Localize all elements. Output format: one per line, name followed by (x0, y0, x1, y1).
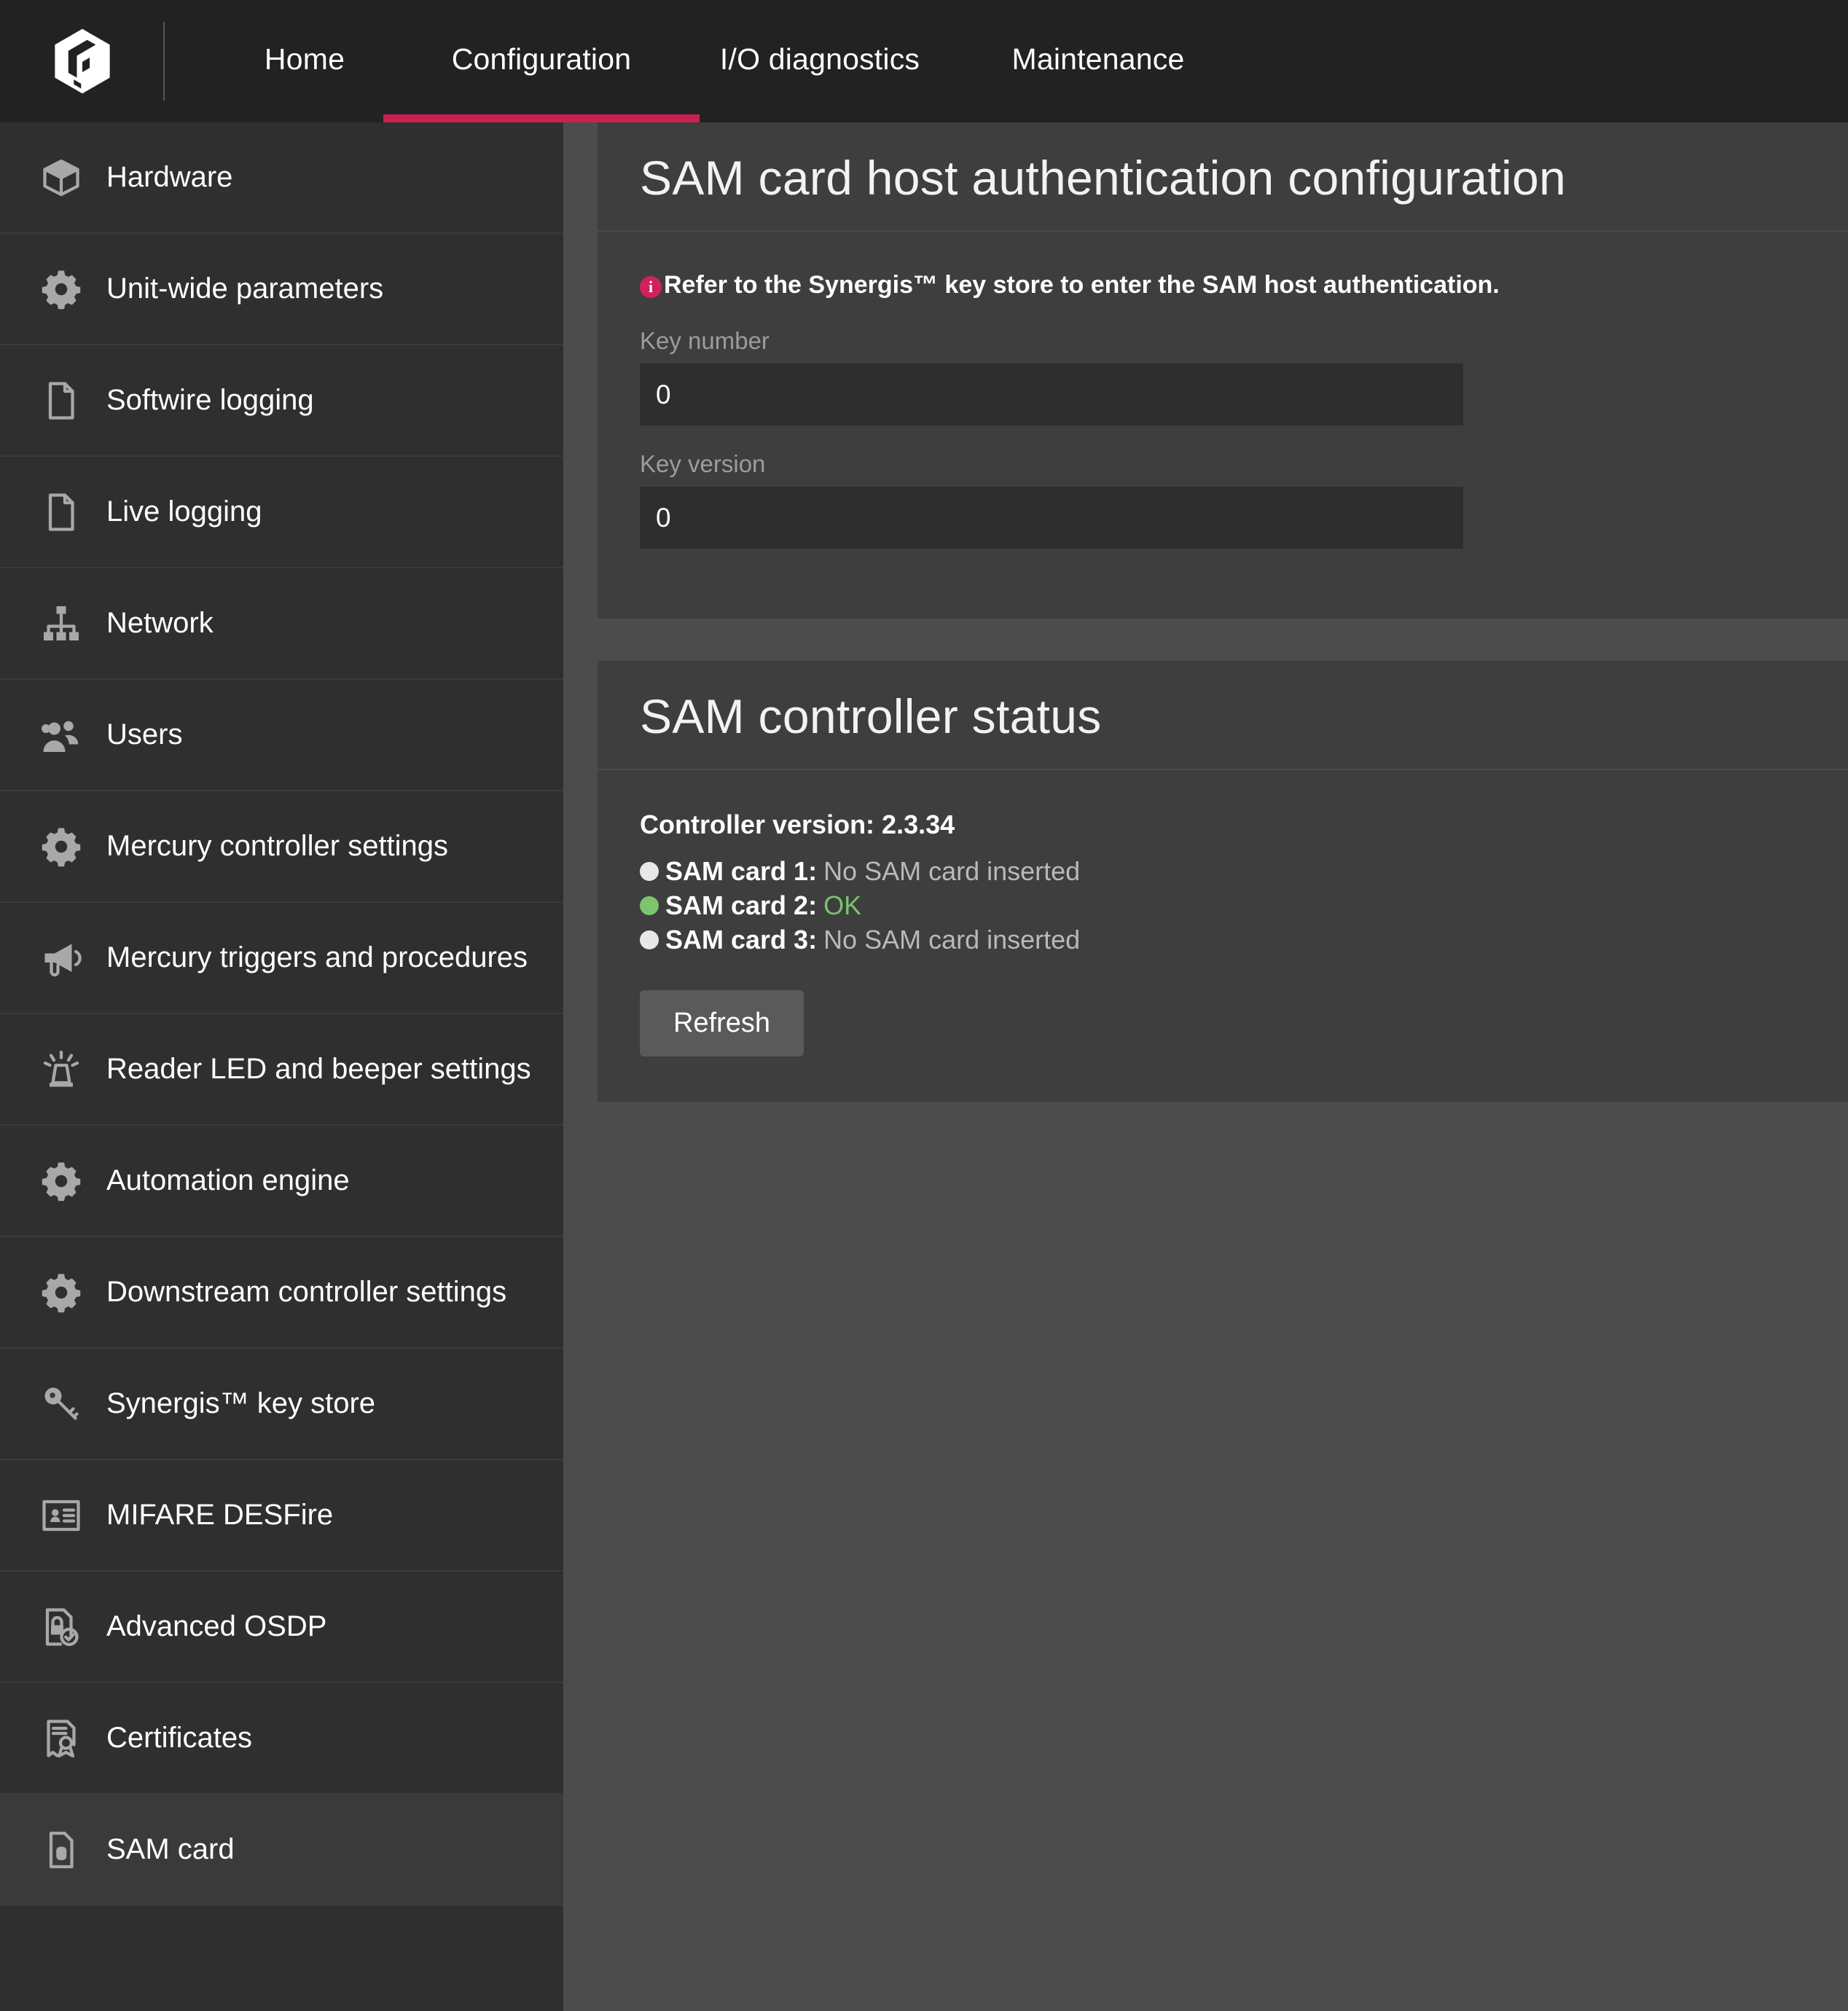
cube-icon (35, 152, 87, 204)
status-indicator-dot (640, 930, 659, 949)
sidebar-item-label: MIFARE DESFire (106, 1498, 334, 1531)
key-icon (35, 1378, 87, 1430)
sidebar-item-users[interactable]: Users (0, 680, 563, 791)
sidebar-item-synergis-key-store[interactable]: Synergis™ key store (0, 1349, 563, 1460)
gear-icon (35, 820, 87, 873)
key-version-label: Key version (640, 450, 766, 477)
info-message-text: Refer to the Synergis™ key store to ente… (664, 271, 1500, 299)
sam-card-label: SAM card 1: (665, 856, 818, 886)
sidebar-item-live-logging[interactable]: Live logging (0, 457, 563, 568)
nav-tab-home-label: Home (264, 42, 345, 76)
nav-tab-configuration[interactable]: Configuration (383, 0, 700, 122)
sidebar-item-network[interactable]: Network (0, 568, 563, 680)
sidebar-item-label: Certificates (106, 1721, 253, 1754)
sidebar-item-label: Synergis™ key store (106, 1387, 376, 1419)
sidebar-item-sam-card[interactable]: SAM card (0, 1795, 563, 1906)
document-icon (35, 375, 87, 427)
nav-items: Home Configuration I/O diagnostics Maint… (165, 0, 1218, 122)
lock-check-document-icon (35, 1601, 87, 1653)
sidebar-item-mercury-triggers-and-procedures[interactable]: Mercury triggers and procedures (0, 903, 563, 1014)
sam-controller-status-header: SAM controller status (598, 661, 1848, 770)
gear-icon (35, 1155, 87, 1207)
document-icon (35, 486, 87, 538)
nav-tab-home[interactable]: Home (226, 0, 383, 122)
megaphone-icon (35, 932, 87, 984)
sam-controller-status-body: Controller version: 2.3.34 SAM card 1: No… (598, 770, 1848, 1102)
status-indicator-dot (640, 896, 659, 915)
refresh-button[interactable]: Refresh (640, 990, 804, 1057)
key-number-label: Key number (640, 327, 770, 354)
beacon-light-icon (35, 1043, 87, 1096)
sam-card-status-list: SAM card 1: No SAM card inserted SAM card … (640, 856, 1806, 955)
top-navigation-bar: Home Configuration I/O diagnostics Maint… (0, 0, 1848, 122)
sidebar-item-hardware[interactable]: Hardware (0, 122, 563, 234)
sam-card-status-row: SAM card 2: OK (640, 890, 1806, 921)
sidebar-item-label: Reader LED and beeper settings (106, 1052, 531, 1085)
sam-auth-config-header: SAM card host authentication configurati… (598, 122, 1848, 232)
sam-auth-config-body: i Refer to the Synergis™ key store to en… (598, 232, 1848, 619)
nav-tab-configuration-label: Configuration (451, 42, 632, 76)
nav-tab-io-diagnostics-label: I/O diagnostics (719, 42, 920, 76)
sidebar-item-label: Advanced OSDP (106, 1610, 327, 1642)
sidebar-item-label: Mercury controller settings (106, 829, 449, 862)
page-title: SAM card host authentication configurati… (640, 151, 1567, 205)
sam-card-status-value: OK (823, 890, 862, 920)
sam-card-label: SAM card 3: (665, 925, 818, 954)
sam-auth-config-panel: SAM card host authentication configurati… (598, 122, 1848, 619)
key-number-input[interactable] (640, 364, 1463, 426)
sidebar-item-certificates[interactable]: Certificates (0, 1683, 563, 1795)
sam-card-status-row: SAM card 3: No SAM card inserted (640, 925, 1806, 955)
sidebar-item-downstream-controller-settings[interactable]: Downstream controller settings (0, 1237, 563, 1349)
info-message: i Refer to the Synergis™ key store to en… (640, 271, 1806, 299)
sidebar-item-unit-wide-parameters[interactable]: Unit-wide parameters (0, 234, 563, 345)
sidebar-item-mercury-controller-settings[interactable]: Mercury controller settings (0, 791, 563, 903)
sim-card-icon (35, 1824, 87, 1876)
users-icon (35, 709, 87, 761)
sidebar-item-label: Hardware (106, 160, 233, 193)
id-card-icon (35, 1489, 87, 1542)
nav-tab-io-diagnostics[interactable]: I/O diagnostics (700, 0, 940, 122)
sidebar-item-automation-engine[interactable]: Automation engine (0, 1126, 563, 1237)
sidebar-item-softwire-logging[interactable]: Softwire logging (0, 345, 563, 457)
info-circle-icon: i (640, 276, 662, 298)
key-number-field-group: Key number (640, 327, 1806, 426)
network-tree-icon (35, 597, 87, 650)
sidebar-item-advanced-osdp[interactable]: Advanced OSDP (0, 1572, 563, 1683)
sidebar-item-label: Unit-wide parameters (106, 272, 384, 305)
sidebar-item-label: SAM card (106, 1832, 235, 1865)
nav-tab-maintenance-label: Maintenance (1011, 42, 1185, 76)
gear-icon (35, 263, 87, 315)
genetec-hexagon-logo-icon (52, 28, 113, 95)
certificate-icon (35, 1712, 87, 1765)
sidebar-item-label: Downstream controller settings (106, 1275, 507, 1308)
nav-tab-maintenance[interactable]: Maintenance (978, 0, 1218, 122)
sidebar-item-label: Mercury triggers and procedures (106, 941, 528, 973)
sidebar-item-reader-led-and-beeper-settings[interactable]: Reader LED and beeper settings (0, 1014, 563, 1126)
sam-card-status-value: No SAM card inserted (823, 856, 1081, 886)
sam-card-label: SAM card 2: (665, 890, 818, 920)
sidebar-item-label: Users (106, 718, 183, 750)
sam-controller-status-panel: SAM controller status Controller version… (598, 661, 1848, 1102)
main-content: SAM card host authentication configurati… (563, 122, 1848, 2011)
key-version-input[interactable] (640, 487, 1463, 549)
sam-card-status-row: SAM card 1: No SAM card inserted (640, 856, 1806, 887)
sidebar-item-label: Live logging (106, 495, 262, 528)
app-logo[interactable] (0, 0, 165, 122)
sidebar-item-label: Softwire logging (106, 383, 314, 416)
sidebar-item-mifare-desfire[interactable]: MIFARE DESFire (0, 1460, 563, 1572)
key-version-field-group: Key version (640, 450, 1806, 549)
sam-card-status-value: No SAM card inserted (823, 925, 1081, 954)
sam-controller-status-title: SAM controller status (640, 689, 1102, 743)
status-indicator-dot (640, 862, 659, 881)
sidebar-item-label: Automation engine (106, 1164, 350, 1196)
sidebar-navigation: Hardware Unit-wide parameters Softwire log… (0, 122, 563, 2011)
panel-separator (563, 619, 1848, 661)
gear-icon (35, 1266, 87, 1319)
controller-version: Controller version: 2.3.34 (640, 810, 955, 839)
sidebar-item-label: Network (106, 606, 214, 639)
